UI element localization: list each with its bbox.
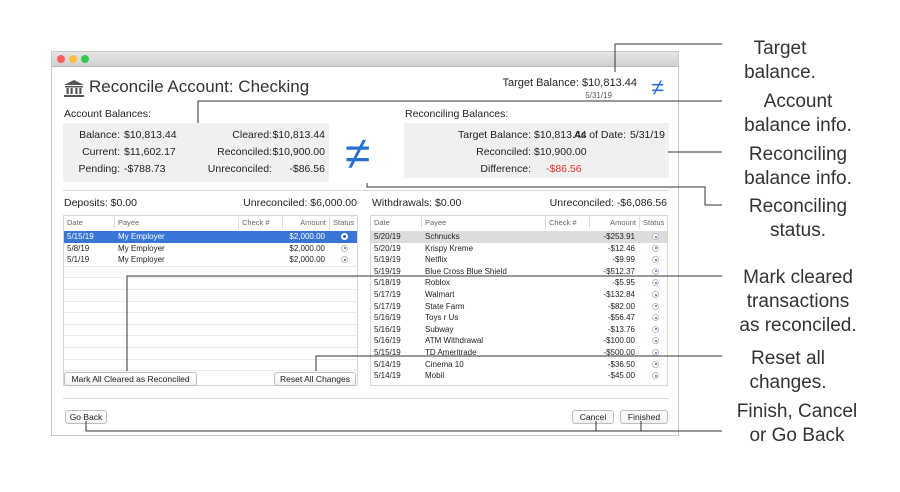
callout-line-account [197, 100, 722, 123]
callout-line-mark [126, 275, 722, 371]
annotation-line: status. [770, 220, 826, 241]
callout-line-reset [315, 355, 722, 371]
callout-line-target [614, 43, 722, 72]
annotation-line: Account [763, 91, 833, 112]
annotation-line: Mark cleared [743, 267, 853, 288]
annotation-target-balance: Target balance. [740, 37, 820, 85]
annotation-line: changes. [749, 372, 827, 393]
annotation-line: Reconciling [748, 196, 848, 217]
annotation-finish-cancel-go-back: Finish, Cancel or Go Back [722, 400, 872, 448]
annotation-line: balance info. [744, 168, 852, 189]
annotation-reset-all: Reset all changes. [738, 347, 838, 395]
annotation-line: as reconciled. [739, 315, 857, 336]
annotation-line: transactions [746, 291, 850, 312]
callout-line-finish [85, 421, 722, 432]
annotation-reconciling-balance: Reconciling balance info. [728, 143, 868, 191]
callout-line-status [366, 183, 722, 206]
annotation-line: balance. [744, 62, 816, 83]
annotation-line: balance info. [744, 115, 852, 136]
annotation-reconciling-status: Reconciling status. [728, 195, 868, 243]
annotation-line: Reset all [751, 348, 825, 369]
annotation-mark-cleared: Mark cleared transactions as reconciled. [722, 266, 874, 338]
annotation-line: Target [753, 38, 807, 59]
annotation-line: or Go Back [749, 425, 845, 446]
annotation-line: Finish, Cancel [736, 401, 858, 422]
annotation-line: Reconciling [748, 144, 848, 165]
annotation-account-balance: Account balance info. [728, 90, 868, 138]
